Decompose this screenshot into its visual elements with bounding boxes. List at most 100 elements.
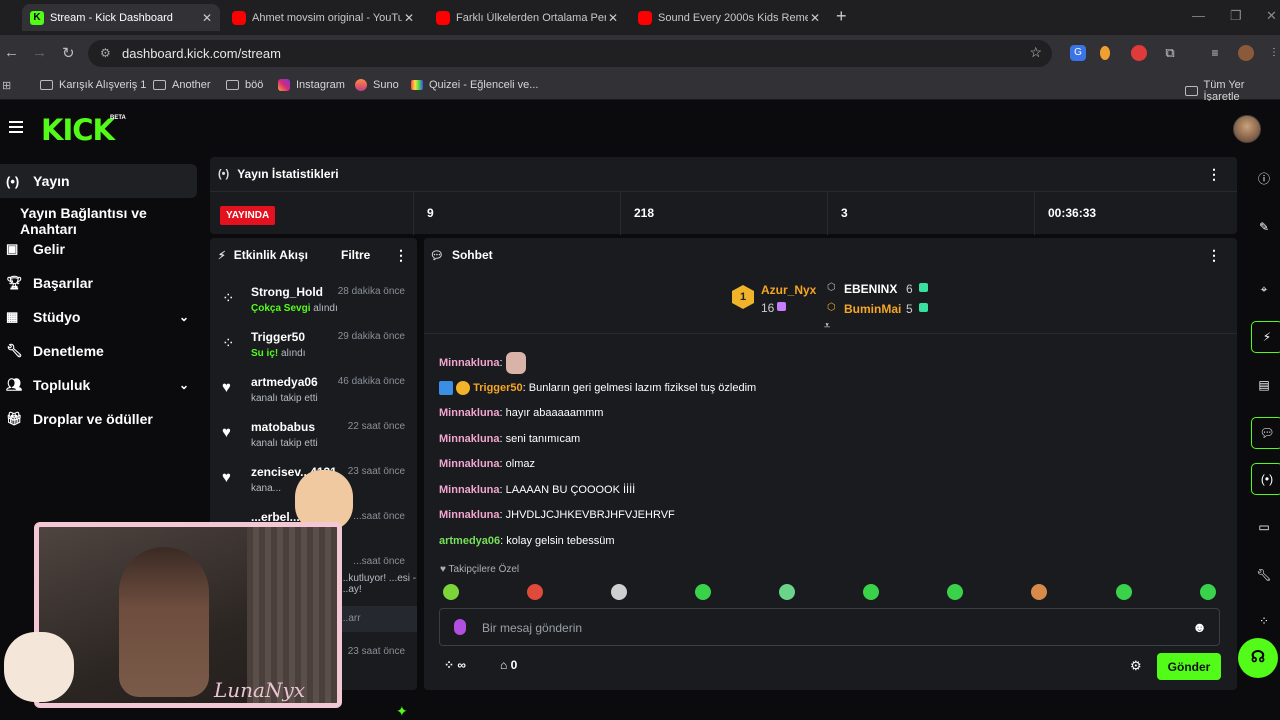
chat-username[interactable]: Minnakluna xyxy=(439,458,500,470)
camera-icon[interactable]: ⌖ xyxy=(1252,277,1276,301)
emote-icon[interactable] xyxy=(611,584,627,600)
bookmark-suno[interactable]: Suno xyxy=(355,79,399,91)
support-headset-icon[interactable]: ☊ xyxy=(1238,638,1278,678)
user-avatar[interactable] xyxy=(1233,115,1261,143)
profile-avatar-icon[interactable] xyxy=(1238,45,1254,61)
extensions-puzzle-icon[interactable]: ⧉ xyxy=(1162,45,1178,61)
emote-icon[interactable] xyxy=(1031,584,1047,600)
site-info-icon[interactable]: ⚙ xyxy=(100,46,111,60)
sidebar-item-droplar[interactable]: 🎁︎ Droplar ve ödüller xyxy=(0,402,197,436)
emote-icon[interactable] xyxy=(779,584,795,600)
send-button[interactable]: Gönder xyxy=(1157,653,1221,680)
stats-menu-icon[interactable]: ⋮ xyxy=(1207,166,1221,183)
leader-third-name[interactable]: BuminMai xyxy=(844,302,901,316)
bookmark-quizei[interactable]: Quizei - Eğlenceli ve... xyxy=(411,79,538,91)
chat-message[interactable]: Minnakluna: LAAAAN BU ÇOOOOK İİİİ xyxy=(439,484,635,496)
stats-toggle[interactable]: (•) xyxy=(1251,463,1280,495)
expand-leaderboard-icon[interactable]: ⩡ xyxy=(824,320,830,333)
emote-icon[interactable] xyxy=(863,584,879,600)
new-tab-icon[interactable]: + xyxy=(836,6,847,27)
feed-item[interactable]: ⁘ Strong_Hold 28 dakika önce Çokça Sevgi… xyxy=(210,279,417,323)
chat-menu-icon[interactable]: ⋮ xyxy=(1207,247,1221,264)
tab-youtube-3[interactable]: Sound Every 2000s Kids Remem ✕ xyxy=(630,4,828,31)
sidebar-item-denetleme[interactable]: 🔧︎ Denetleme xyxy=(0,334,197,368)
tab-kick-dashboard[interactable]: K Stream - Kick Dashboard ✕ xyxy=(22,4,220,31)
tab-youtube-2[interactable]: Farklı Ülkelerden Ortalama Peni ✕ xyxy=(428,4,626,31)
sidebar-item-basarilar[interactable]: 🏆︎ Başarılar xyxy=(0,266,197,300)
chat-settings-icon[interactable]: ⚙ xyxy=(1130,658,1142,674)
bookmark-folder[interactable]: böö xyxy=(226,79,263,91)
close-tab-icon[interactable]: ✕ xyxy=(202,11,212,25)
bookmark-instagram[interactable]: Instagram xyxy=(278,79,345,91)
emoji-picker-icon[interactable]: ☻ xyxy=(1192,619,1207,635)
chat-message[interactable]: Minnakluna: xyxy=(439,352,526,374)
close-tab-icon[interactable]: ✕ xyxy=(810,11,820,25)
reload-icon[interactable]: ↻ xyxy=(62,44,75,62)
hamburger-menu-icon[interactable] xyxy=(9,121,23,136)
reading-list-icon[interactable]: ≡ xyxy=(1207,45,1223,61)
minimize-icon[interactable]: — xyxy=(1192,8,1205,23)
close-window-icon[interactable]: ✕ xyxy=(1266,8,1277,24)
chat-message[interactable]: artmedya06: kolay gelsin tebessüm xyxy=(439,535,615,547)
all-bookmarks-folder[interactable]: Tüm Yer İşaretle xyxy=(1185,79,1280,103)
feed-item[interactable]: ♥ artmedya06 46 dakika önce kanalı takip… xyxy=(210,369,417,413)
sidebar-item-yayin[interactable]: (•) Yayın xyxy=(0,164,197,198)
leader-top-name[interactable]: Azur_Nyx xyxy=(761,283,816,297)
translate-extension-icon[interactable]: G xyxy=(1070,45,1086,61)
filter-button[interactable]: Filtre xyxy=(341,248,370,262)
chat-username[interactable]: artmedya06 xyxy=(439,535,500,547)
sidebar-item-studyo[interactable]: ▦ Stüdyo ⌄ xyxy=(0,300,197,334)
channel-points[interactable]: ⁘ ∞ xyxy=(444,658,466,672)
chat-username[interactable]: Minnakluna xyxy=(439,484,500,496)
chat-message[interactable]: Minnakluna: JHVDLJCJHKEVBRJHFVJEHRVF xyxy=(439,509,675,521)
edit-pencil-icon[interactable]: ✎ xyxy=(1252,215,1276,239)
maximize-icon[interactable]: ❐ xyxy=(1230,8,1242,24)
kick-logo[interactable]: KICK xyxy=(41,113,115,147)
chat-message[interactable]: Trigger50: Bunların geri gelmesi lazım f… xyxy=(439,381,756,395)
chat-message-input[interactable] xyxy=(482,618,1172,638)
emote-icon[interactable] xyxy=(695,584,711,600)
emote-icon[interactable] xyxy=(1200,584,1216,600)
chat-message[interactable]: Minnakluna: olmaz xyxy=(439,458,535,470)
wrench-icon[interactable]: 🔧︎ xyxy=(1252,563,1276,587)
points-icon[interactable]: ⁘ xyxy=(1252,609,1276,633)
emote-icon[interactable] xyxy=(527,584,543,600)
chevron-down-icon[interactable]: ⌄ xyxy=(179,310,189,324)
extension-icon[interactable] xyxy=(1100,46,1110,60)
bookmark-folder[interactable]: Another xyxy=(153,79,211,91)
chat-username[interactable]: Minnakluna xyxy=(439,407,500,419)
layout-icon[interactable]: ▭ xyxy=(1252,515,1276,539)
chat-message[interactable]: Minnakluna: hayır abaaaaammm xyxy=(439,407,603,419)
document-icon[interactable]: ▤ xyxy=(1252,373,1276,397)
chat-username[interactable]: Minnakluna xyxy=(439,357,500,369)
microphone-icon[interactable] xyxy=(454,619,466,635)
apps-grid-icon[interactable]: ⊞ xyxy=(2,79,11,92)
menu-kebab-icon[interactable]: ⋮ xyxy=(1266,45,1280,61)
emote-icon[interactable] xyxy=(947,584,963,600)
tab-youtube-1[interactable]: Ahmet movsim original - YouTube ✕ xyxy=(224,4,422,31)
activity-feed-toggle[interactable]: ⚡︎ xyxy=(1251,321,1280,353)
feed-item[interactable]: ♥ matobabus 22 saat önce kanalı takip et… xyxy=(210,414,417,458)
chat-username[interactable]: Minnakluna xyxy=(439,509,500,521)
sidebar-item-topluluk[interactable]: 👥︎ Topluluk ⌄ xyxy=(0,368,197,402)
info-icon[interactable]: ⓘ xyxy=(1252,167,1276,191)
sidebar-item-gelir[interactable]: ▣ Gelir xyxy=(0,232,197,266)
emote-icon[interactable] xyxy=(1116,584,1132,600)
store-counter[interactable]: ⌂ 0 xyxy=(500,658,517,672)
chevron-down-icon[interactable]: ⌄ xyxy=(179,378,189,392)
chat-toggle[interactable]: 💬︎ xyxy=(1251,417,1280,449)
feed-menu-icon[interactable]: ⋮ xyxy=(394,247,408,264)
emote-icon[interactable] xyxy=(443,584,459,600)
forward-icon[interactable]: → xyxy=(32,44,47,61)
leader-second-name[interactable]: EBENINX xyxy=(844,282,897,296)
feed-item[interactable]: ⁘ Trigger50 29 dakika önce Su iç! alındı xyxy=(210,324,417,368)
chat-username[interactable]: Trigger50 xyxy=(473,382,523,394)
url-field[interactable]: ⚙ dashboard.kick.com/stream ☆ xyxy=(88,40,1052,67)
close-tab-icon[interactable]: ✕ xyxy=(608,11,618,25)
extension-icon[interactable] xyxy=(1131,45,1147,61)
chat-username[interactable]: Minnakluna xyxy=(439,433,500,445)
chat-message[interactable]: Minnakluna: seni tanımıcam xyxy=(439,433,580,445)
close-tab-icon[interactable]: ✕ xyxy=(404,11,414,25)
back-icon[interactable]: ← xyxy=(4,44,19,61)
bookmark-folder[interactable]: Karışık Alışveriş 1 xyxy=(40,79,146,91)
